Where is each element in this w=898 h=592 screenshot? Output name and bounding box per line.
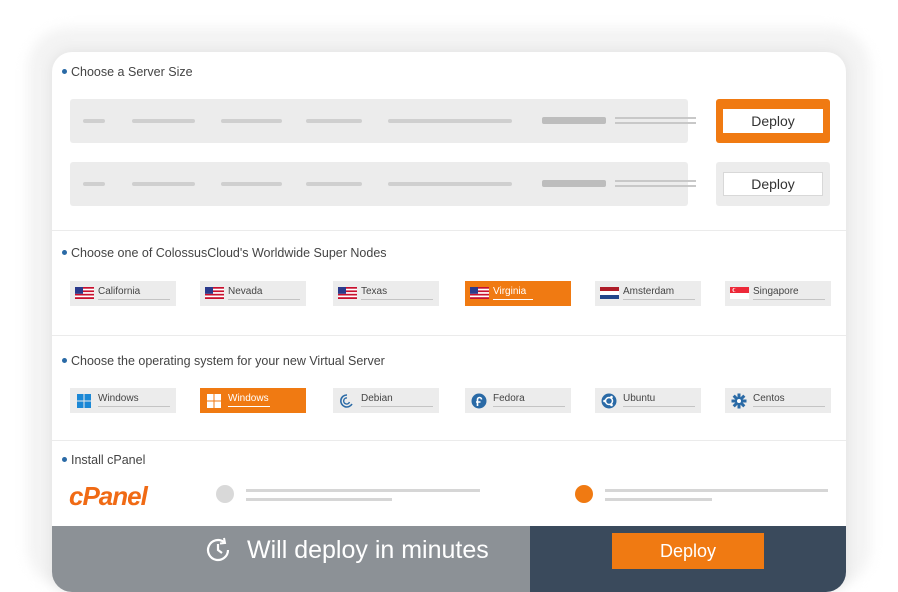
node-option-singapore[interactable]: Singapore	[725, 281, 831, 306]
server-size-option[interactable]	[70, 162, 696, 206]
footer-message-area: Will deploy in minutes	[52, 526, 530, 592]
us-flag-icon	[470, 287, 489, 299]
deploy-button[interactable]: Deploy	[723, 172, 823, 196]
netherlands-flag-icon	[600, 287, 619, 299]
footer-deploy-button[interactable]: Deploy	[612, 533, 764, 569]
deploy-box-selected: Deploy	[716, 99, 830, 143]
us-flag-icon	[75, 287, 94, 299]
footer-bar: Will deploy in minutes Deploy	[52, 526, 846, 592]
ubuntu-icon	[601, 393, 617, 409]
section-title: Choose the operating system for your new…	[62, 354, 385, 368]
node-label: Virginia	[493, 286, 527, 297]
section-title: Install cPanel	[62, 453, 145, 467]
node-label: Amsterdam	[623, 286, 675, 297]
node-option-amsterdam[interactable]: Amsterdam	[595, 281, 701, 306]
server-size-section: Choose a Server Size Deploy Deploy	[52, 52, 846, 231]
os-option-centos[interactable]: Centos	[725, 388, 831, 413]
fedora-icon	[471, 393, 487, 409]
cpanel-logo: cPanel	[69, 481, 148, 511]
node-option-texas[interactable]: Texas	[333, 281, 439, 306]
centos-icon	[731, 393, 747, 409]
os-label: Windows	[228, 393, 269, 404]
node-label: Texas	[361, 286, 388, 297]
singapore-flag-icon	[730, 287, 749, 299]
deploy-wizard-card: Choose a Server Size Deploy Deploy Choos…	[52, 52, 846, 592]
node-option-virginia[interactable]: Virginia	[465, 281, 571, 306]
server-size-option[interactable]	[70, 99, 696, 143]
node-label: California	[98, 286, 141, 297]
os-label: Fedora	[493, 393, 525, 404]
os-option-windows-selected[interactable]: Windows	[200, 388, 306, 413]
section-title: Choose one of ColossusCloud's Worldwide …	[62, 246, 387, 260]
cpanel-option-no[interactable]	[216, 485, 234, 503]
os-label: Centos	[753, 393, 785, 404]
node-option-california[interactable]: California	[70, 281, 176, 306]
os-option-fedora[interactable]: Fedora	[465, 388, 571, 413]
clock-icon	[206, 537, 230, 562]
deploy-box: Deploy	[716, 162, 830, 206]
node-label: Nevada	[228, 286, 263, 297]
deploy-button[interactable]: Deploy	[723, 109, 823, 133]
windows-icon	[207, 394, 221, 408]
windows-icon	[77, 394, 91, 408]
os-section: Choose the operating system for your new…	[52, 335, 846, 441]
node-label: Singapore	[753, 286, 799, 297]
debian-icon	[340, 394, 353, 408]
us-flag-icon	[338, 287, 357, 299]
nodes-section: Choose one of ColossusCloud's Worldwide …	[52, 230, 846, 336]
os-option-windows[interactable]: Windows	[70, 388, 176, 413]
os-option-ubuntu[interactable]: Ubuntu	[595, 388, 701, 413]
os-label: Windows	[98, 393, 139, 404]
cpanel-option-yes[interactable]	[575, 485, 593, 503]
us-flag-icon	[205, 287, 224, 299]
os-label: Debian	[361, 393, 393, 404]
footer-action-area: Deploy	[530, 526, 846, 592]
os-option-debian[interactable]: Debian	[333, 388, 439, 413]
node-option-nevada[interactable]: Nevada	[200, 281, 306, 306]
os-label: Ubuntu	[623, 393, 656, 404]
cpanel-section: Install cPanel	[52, 440, 846, 526]
deploy-message: Will deploy in minutes	[247, 536, 489, 564]
section-title: Choose a Server Size	[62, 65, 193, 79]
